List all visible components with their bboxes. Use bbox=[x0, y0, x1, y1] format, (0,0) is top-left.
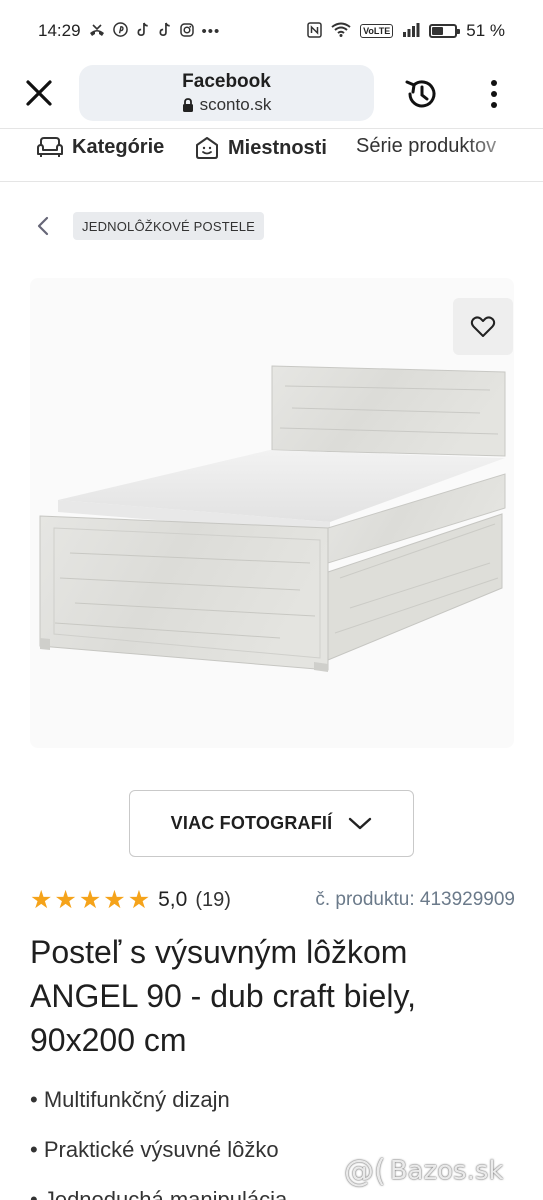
bed-illustration bbox=[39, 365, 506, 672]
missed-call-icon bbox=[89, 23, 105, 40]
nfc-icon bbox=[307, 21, 322, 41]
pinterest-icon bbox=[112, 22, 128, 40]
watermark: @( Bazos.sk bbox=[344, 1150, 534, 1192]
product-number: č. produktu: 413929909 bbox=[315, 889, 515, 910]
more-photos-button[interactable]: VIAC FOTOGRAFIÍ bbox=[129, 790, 414, 857]
category-nav: Kategórie Miestnosti Série produktov bbox=[0, 128, 543, 182]
product-title: Posteľ s výsuvným lôžkom ANGEL 90 - dub … bbox=[30, 934, 416, 1058]
star-icon: ★ bbox=[127, 885, 151, 914]
url-host: sconto.sk bbox=[199, 95, 272, 114]
star-icon: ★ bbox=[54, 885, 77, 914]
heart-icon bbox=[470, 315, 496, 337]
signal-icon bbox=[402, 22, 420, 40]
battery-icon bbox=[429, 24, 461, 38]
nav-item-label: Kategórie bbox=[72, 135, 165, 158]
instagram-icon bbox=[179, 22, 194, 40]
lock-icon bbox=[182, 97, 193, 112]
rating-row: ★ ★ ★ ★ ★ 5,0 (19) č. produktu: 41392990… bbox=[30, 882, 515, 918]
tiktok-icon bbox=[158, 22, 172, 40]
menu-dot-icon bbox=[491, 80, 497, 86]
chevron-down-icon bbox=[349, 817, 372, 829]
star-icon: ★ bbox=[78, 885, 102, 914]
breadcrumb-back-button[interactable] bbox=[34, 214, 52, 238]
volte-icon: VoLTE bbox=[360, 24, 394, 38]
browser-toolbar: Facebook sconto.sk bbox=[0, 62, 543, 128]
history-icon bbox=[405, 80, 436, 108]
close-icon bbox=[26, 80, 52, 106]
star-icon: ★ bbox=[103, 885, 126, 914]
tiktok-icon bbox=[136, 22, 150, 40]
product-image[interactable] bbox=[30, 278, 514, 748]
overflow-menu-button[interactable] bbox=[484, 76, 504, 112]
chevron-left-icon bbox=[37, 216, 49, 236]
nav-item-label: Miestnosti bbox=[228, 136, 327, 159]
sofa-icon bbox=[37, 137, 63, 157]
history-button[interactable] bbox=[403, 75, 441, 113]
battery-percent: 51 % bbox=[466, 21, 505, 40]
menu-dot-icon bbox=[491, 102, 497, 108]
star-rating[interactable]: ★ ★ ★ ★ ★ bbox=[30, 885, 151, 914]
nav-item-rooms[interactable]: Miestnosti bbox=[194, 135, 327, 161]
room-icon bbox=[196, 137, 218, 159]
clock: 14:29 bbox=[38, 21, 81, 40]
at-sign-icon: @( bbox=[344, 1153, 386, 1189]
more-photos-label: VIAC FOTOGRAFIÍ bbox=[170, 813, 333, 833]
watermark-text: Bazos.sk bbox=[389, 1156, 504, 1186]
favorite-button[interactable] bbox=[453, 298, 513, 355]
star-icon: ★ bbox=[30, 885, 53, 914]
nav-item-categories[interactable]: Kategórie bbox=[36, 135, 164, 159]
status-bar: 14:29 ••• VoLTE 51 % bbox=[0, 0, 543, 62]
scroll-fade bbox=[463, 129, 543, 181]
close-button[interactable] bbox=[22, 76, 56, 110]
feature-item: Multifunkčný dizajn bbox=[30, 1080, 510, 1130]
rating-value: 5,0 bbox=[158, 888, 188, 911]
wifi-icon bbox=[331, 22, 351, 40]
more-dots-icon: ••• bbox=[201, 22, 221, 40]
page-title: Facebook bbox=[182, 71, 271, 92]
url-bar[interactable]: Facebook sconto.sk bbox=[79, 65, 374, 121]
menu-dot-icon bbox=[491, 91, 497, 97]
review-count-link[interactable]: (19) bbox=[195, 889, 231, 912]
breadcrumb-category[interactable]: JEDNOLÔŽKOVÉ POSTELE bbox=[73, 212, 265, 240]
